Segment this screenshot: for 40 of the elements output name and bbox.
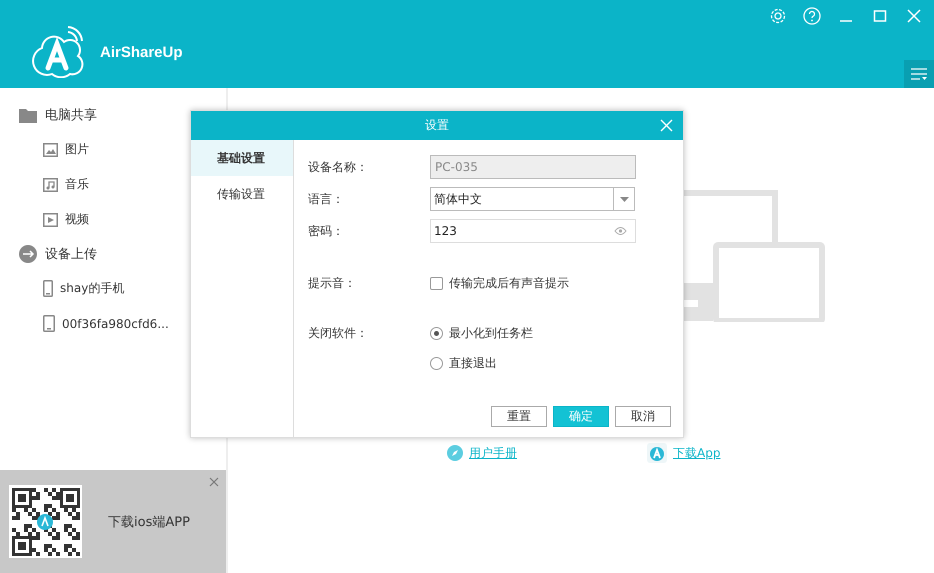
dialog-button[interactable]: 重置 bbox=[491, 406, 547, 427]
caret-icon bbox=[620, 196, 628, 202]
field-label: 语言： bbox=[308, 190, 345, 208]
settings-icon[interactable] bbox=[768, 6, 788, 26]
tablet-icon bbox=[43, 315, 55, 332]
logo-icon bbox=[30, 26, 86, 78]
sidebar-item[interactable]: 音乐 bbox=[65, 176, 89, 193]
dialog-button[interactable]: 取消 bbox=[615, 406, 671, 427]
sidebar-item[interactable]: 图片 bbox=[65, 141, 89, 158]
app-logo-icon bbox=[647, 443, 667, 463]
phone-icon bbox=[43, 280, 53, 297]
language-select[interactable]: 简体中文 bbox=[430, 187, 635, 211]
settings-tab[interactable]: 基础设置 bbox=[191, 140, 293, 176]
compass-icon bbox=[447, 445, 463, 461]
menu-button[interactable] bbox=[904, 60, 934, 88]
radio-option[interactable]: 直接退出 bbox=[430, 355, 533, 372]
folder-icon bbox=[19, 108, 37, 122]
menu-icon bbox=[910, 67, 928, 81]
settings-tab[interactable]: 传输设置 bbox=[191, 176, 293, 212]
help-icon[interactable] bbox=[802, 6, 822, 26]
qr-caption: 下载ios端APP bbox=[108, 514, 190, 530]
sidebar-item[interactable]: 视频 bbox=[65, 211, 89, 228]
field-label: 提示音： bbox=[308, 275, 357, 292]
sidebar-item[interactable]: 00f36fa980cfd6... bbox=[62, 316, 169, 330]
dialog-title: 设置 bbox=[425, 117, 449, 134]
field-label: 设备名称： bbox=[308, 158, 369, 176]
section-title: 电脑共享 bbox=[45, 107, 97, 124]
field-label: 关闭软件： bbox=[308, 325, 369, 342]
section-title: 设备上传 bbox=[45, 246, 97, 263]
field-label: 密码： bbox=[308, 222, 345, 240]
eye-icon[interactable] bbox=[614, 227, 627, 235]
sound-checkbox[interactable]: 传输完成后有声音提示 bbox=[430, 275, 569, 292]
app-name: AirShareUp bbox=[100, 44, 183, 60]
password-field[interactable]: 123 bbox=[430, 219, 636, 243]
radio-option[interactable]: 最小化到任务栏 bbox=[430, 325, 533, 342]
image-icon bbox=[43, 142, 58, 156]
sidebar-item[interactable]: shay的手机 bbox=[60, 280, 124, 297]
play-icon bbox=[43, 212, 58, 226]
close-icon[interactable] bbox=[208, 476, 220, 488]
music-note-icon bbox=[43, 178, 58, 192]
